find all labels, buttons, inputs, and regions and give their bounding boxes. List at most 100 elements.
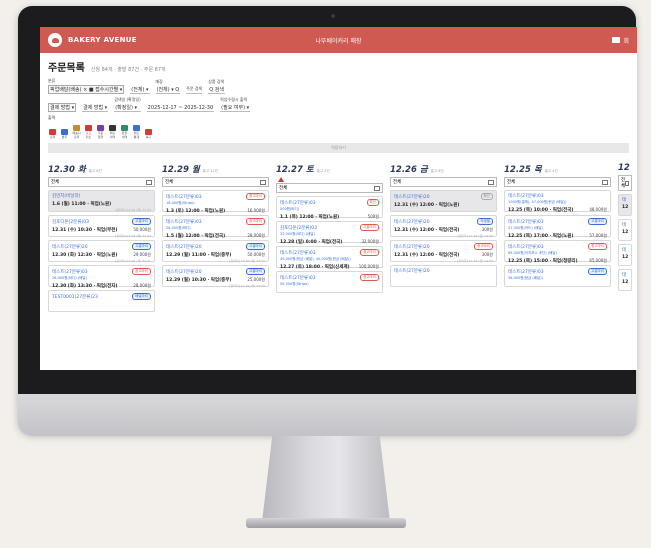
- filter-select[interactable]: 결제 방법 ▾: [48, 103, 77, 112]
- order-status-badge[interactable]: 고흥마리: [588, 218, 607, 225]
- order-card[interactable]: 테스트(27분류)03 중고마리 28,000원(바디) 1.5 (월) 12:00 …: [162, 215, 269, 244]
- column-filter[interactable]: 전체: [162, 177, 269, 187]
- order-customer-name[interactable]: 테스트(27분류)03: [280, 250, 316, 256]
- bakery-logo-icon[interactable]: [48, 33, 62, 47]
- order-status-badge[interactable]: 중고마리: [246, 218, 265, 225]
- order-status-badge[interactable]: 확인: [366, 199, 379, 206]
- order-customer-name[interactable]: 테스트(27분류)03: [280, 275, 316, 281]
- order-card[interactable]: 테스트(27분류)20: [390, 265, 497, 287]
- order-customer-name[interactable]: 테스트(27분류)20: [166, 269, 202, 275]
- column-filter[interactable]: 전체: [48, 177, 155, 187]
- filter-toggle-icon[interactable]: [146, 179, 152, 185]
- toolbar-button[interactable]: 복구: [144, 128, 153, 140]
- order-customer-name[interactable]: 테스트(27분류)20: [394, 268, 430, 274]
- order-status-badge[interactable]: 중고마리: [474, 243, 493, 250]
- filter-toggle-icon[interactable]: [488, 179, 494, 185]
- order-card[interactable]: 테스트(27분류)03 중고마리 59,500원(Stripe): [276, 271, 383, 293]
- brand-name[interactable]: BAKERY AVENUE: [68, 36, 137, 44]
- order-customer-name[interactable]: TEST0001(27분류)23: [52, 294, 98, 300]
- order-card[interactable]: 김포디온(2분류)03 고흥마리 12.31 (수) 10:30 · 픽업(부천) 5…: [48, 215, 155, 238]
- order-customer-name[interactable]: 테스트(27분류)20: [394, 219, 430, 225]
- order-customer-name[interactable]: 테스트(27분류)03: [508, 269, 544, 275]
- order-status-badge[interactable]: 고흥마리: [246, 243, 265, 250]
- order-status-badge[interactable]: 고흥마리: [588, 268, 607, 275]
- order-status-badge[interactable]: 차생필: [477, 218, 493, 225]
- order-customer-name[interactable]: 테스트(27분류)03: [508, 244, 544, 250]
- column-filter[interactable]: 전체: [618, 175, 632, 191]
- toolbar-button[interactable]: 매출 통계: [132, 125, 141, 139]
- order-customer-name[interactable]: 테: [622, 247, 626, 253]
- order-customer-name[interactable]: 테스트(27분류)20: [166, 244, 202, 250]
- order-card[interactable]: 테스트(27분류)20 확인 12.31 (수) 12:00 · 픽업(노원): [390, 190, 497, 212]
- order-customer-name[interactable]: 김민지(바닐라): [52, 193, 80, 199]
- order-customer-name[interactable]: 테스트(27분류)03: [166, 194, 202, 200]
- order-card[interactable]: 테 12: [618, 244, 632, 266]
- toolbar-button[interactable]: 출력: [48, 128, 57, 140]
- order-customer-name[interactable]: 테스트(27분류)20: [394, 194, 430, 200]
- order-card[interactable]: 테스트(27분류)03 1000원(결제), 47,000원(현금 (배달)) 12…: [504, 190, 611, 218]
- order-status-badge[interactable]: 중고마리: [360, 274, 379, 281]
- header-right[interactable]: 회: [612, 36, 629, 45]
- filter-toggle-icon[interactable]: [602, 179, 608, 185]
- filter-select[interactable]: (전체) ▾ Q: [155, 86, 181, 94]
- order-card[interactable]: 테 12: [618, 269, 632, 291]
- order-customer-name[interactable]: 테스트(27분류)03: [280, 200, 316, 206]
- order-status-badge[interactable]: 배달마리: [132, 293, 151, 300]
- filter-select[interactable]: (확정일) ▾: [114, 104, 141, 112]
- order-customer-name[interactable]: 테스트(27분류)03: [166, 219, 202, 225]
- filter-select[interactable]: 2025-12-17 ~ 2025-12-30: [146, 105, 215, 112]
- order-customer-name[interactable]: 테스트(27분류)20: [52, 244, 88, 250]
- filter-select[interactable]: (전체) ▾: [130, 86, 150, 94]
- order-status-badge[interactable]: 중고마리: [360, 249, 379, 256]
- order-card[interactable]: 테 12: [618, 219, 632, 241]
- order-status-badge[interactable]: 고흥마리: [360, 224, 379, 231]
- order-customer-name[interactable]: 테: [622, 197, 626, 203]
- order-status-badge[interactable]: 고흥마리: [132, 218, 151, 225]
- order-card[interactable]: 테스트(27분류)20 고흥마리 12.29 (월) 11:00 · 픽업(중부) 5…: [162, 240, 269, 263]
- toolbar-button[interactable]: 발주: [60, 128, 69, 140]
- toolbar-button[interactable]: 배송지 출력: [72, 125, 81, 139]
- mail-icon[interactable]: [612, 37, 621, 43]
- order-card[interactable]: 테스트(27분류)20 고흥마리 12.29 (월) 10:30 · 픽업(중부) 2…: [162, 265, 269, 288]
- order-card[interactable]: 테스트(27분류)03 확인 500원(바디) 1.1 (목) 12:00 · 픽업(…: [276, 196, 383, 225]
- order-status-badge[interactable]: 중고마리: [132, 268, 151, 275]
- order-card[interactable]: 테스트(27분류)03 중고마리 65,000원(이지포스 조단) (배달) 12.2…: [504, 240, 611, 269]
- order-customer-name[interactable]: 테스트(27분류)20: [394, 244, 430, 250]
- order-card[interactable]: 테스트(27분류)03 중고마리 26,000원(바디) (배달) 12.30 (화)…: [48, 265, 155, 294]
- order-status-badge[interactable]: 확인: [480, 193, 493, 200]
- order-card[interactable]: 테스트(27분류)20 고흥마리 12.30 (화) 12:30 · 픽업(노원) 2…: [48, 240, 155, 263]
- order-customer-name[interactable]: 김포디온(2분류)03: [280, 225, 317, 231]
- order-customer-name[interactable]: 테스트(27분류)03: [52, 269, 88, 275]
- order-card[interactable]: 테스트(27분류)20 중고마리 12.31 (수) 12:00 · 픽업(전국) 3…: [390, 240, 497, 263]
- order-status-badge[interactable]: 고흥마리: [132, 243, 151, 250]
- order-card[interactable]: 테스트(27분류)20 차생필 12.31 (수) 12:00 · 픽업(전국) 30…: [390, 215, 497, 238]
- filter-toggle-icon[interactable]: [625, 180, 629, 186]
- filter-select[interactable]: (필요 여부) ▾: [220, 104, 251, 112]
- order-card[interactable]: TEST0001(27분류)23 배달마리: [48, 290, 155, 312]
- order-card[interactable]: 테 12: [618, 194, 632, 216]
- order-customer-name[interactable]: 테스트(27분류)03: [508, 219, 544, 225]
- order-customer-name[interactable]: 테: [622, 222, 626, 228]
- order-card[interactable]: 테스트(27분류)03 고흥마리 57,000원(카드) (배달) 12.25 (목)…: [504, 215, 611, 244]
- order-card[interactable]: 김민지(바닐라) 1.6 (월) 11:00 · 픽업(노원) [관리자] 12.2…: [48, 190, 155, 212]
- toolbar-button[interactable]: 출고 취소: [84, 125, 93, 139]
- order-customer-name[interactable]: 김포디온(2분류)03: [52, 219, 89, 225]
- toolbar-button[interactable]: 환불 내역: [120, 125, 129, 139]
- order-card[interactable]: 테스트(27분류)03 중고마리 49,000원(현금 (배달), 40,000원(…: [276, 246, 383, 275]
- filter-select[interactable]: [186, 93, 203, 94]
- order-customer-name[interactable]: 테스트(27분류)03: [508, 193, 544, 199]
- column-filter[interactable]: 전체: [390, 177, 497, 187]
- filter-select[interactable]: 픽업배달(배송) × ■ 접수시간별 ▾: [48, 85, 125, 94]
- order-status-badge[interactable]: 고흥마리: [246, 268, 265, 275]
- filter-toggle-icon[interactable]: [260, 179, 266, 185]
- order-card[interactable]: 테스트(27분류)03 고흥마리 36,000원(현금 (배달)): [504, 265, 611, 287]
- filter-select[interactable]: 결제 방법 ▾: [82, 104, 109, 112]
- order-customer-name[interactable]: 테: [622, 272, 626, 278]
- toolbar-button[interactable]: 주문 일괄: [96, 125, 105, 139]
- column-filter[interactable]: 전체: [504, 177, 611, 187]
- order-card[interactable]: 김포디온(2분류)03 고흥마리 32,000원(바디) (배달) 12.28 (일)…: [276, 221, 383, 250]
- filter-select[interactable]: Q 검색: [208, 86, 225, 94]
- filter-toggle-icon[interactable]: [374, 185, 380, 191]
- order-status-badge[interactable]: 중고마리: [246, 193, 265, 200]
- order-card[interactable]: 테스트(27분류)03 중고마리 16,000원(Stripe) 1.3 (토) 12…: [162, 190, 269, 219]
